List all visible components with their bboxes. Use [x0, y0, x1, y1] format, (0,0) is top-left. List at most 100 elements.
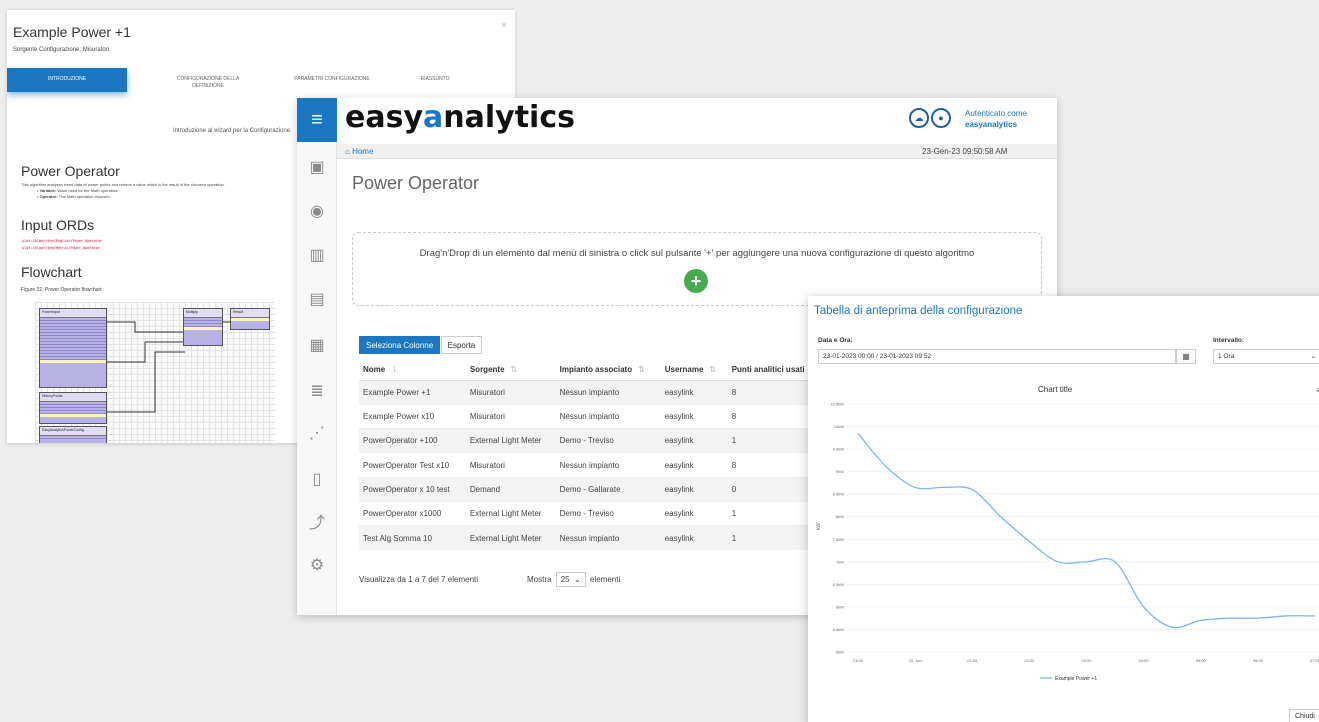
cell-punti: 8: [727, 452, 819, 478]
building-icon[interactable]: ▥: [305, 244, 329, 268]
x-tick-label: 05:00: [1196, 658, 1207, 663]
chevron-down-icon: ⌄: [574, 575, 581, 584]
block-history-points: HistoryPoints: [39, 392, 107, 424]
bullet-key: Variable:: [39, 188, 57, 193]
breadcrumb-home[interactable]: ⌂ Home: [345, 144, 373, 159]
current-datetime: 23-Gen-23 09:50:58 AM: [922, 147, 1008, 156]
bullet-text: The Math operation choosen.: [57, 194, 111, 199]
ord-2: slot:/Algorithm/Metric/Power_Operator: [21, 246, 101, 250]
table-header-row: Nome ⇂ Sorgente ⇅ Impianto associato ⇅ User…: [359, 360, 819, 381]
cell-sorgente: Demand: [465, 476, 556, 502]
cell-impianto: Nessun impianto: [555, 525, 661, 551]
y-tick-label: 6kW: [836, 604, 844, 609]
breadcrumb-home-label: Home: [352, 147, 374, 156]
step-introduzione[interactable]: INTRODUZIONE: [7, 68, 127, 92]
wizard-subtitle: Sorgente Configurazione: Misuratori: [13, 47, 110, 53]
col-username[interactable]: Username ⇅: [660, 360, 728, 381]
col-label: Username: [664, 365, 704, 375]
col-sorgente[interactable]: Sorgente ⇅: [465, 360, 556, 381]
database-icon[interactable]: ≣: [305, 380, 329, 404]
cell-nome: PowerOperator x1000: [359, 500, 466, 526]
cloud-icon[interactable]: ☁: [909, 108, 929, 128]
cell-username: easylink: [660, 476, 728, 502]
date-range-input[interactable]: 23-01-2023 00:00 / 23-01-2023 09:52: [818, 349, 1176, 364]
table-row[interactable]: Example Power +1 Misuratori Nessun impiant…: [359, 379, 819, 405]
table-info: Visualizza da 1 a 7 del 7 elementi: [359, 575, 479, 584]
auth-username[interactable]: easyanalytics: [965, 119, 1027, 130]
report-icon[interactable]: ▤: [305, 288, 329, 312]
cell-impianto: Demo - Treviso: [555, 428, 661, 453]
gauge-icon[interactable]: ◉: [305, 200, 329, 224]
document-icon[interactable]: ▯: [305, 468, 329, 492]
col-nome[interactable]: Nome ⇂: [359, 360, 466, 381]
col-label: Punti analitici usati: [731, 365, 805, 375]
export-button[interactable]: Esporta: [440, 336, 483, 354]
x-tick-label: 23. Jan: [909, 658, 922, 663]
step-parametri[interactable]: PARAMETRI CONFIGURAZIONE: [267, 68, 397, 92]
y-tick-label: 6.5kW: [833, 582, 845, 587]
block-title: PowerInput: [40, 309, 106, 318]
table-row[interactable]: PowerOperator Test x10 Misuratori Nessun i…: [359, 452, 819, 478]
legend-label[interactable]: Example Power +1: [1055, 676, 1097, 682]
dropzone-text: Drag'n'Drop di un elemento dal menù di s…: [419, 248, 975, 259]
select-columns-button[interactable]: Seleziona Colonne: [359, 336, 441, 354]
figure-caption: Figure 32. Power Operator flowchart: [21, 287, 102, 293]
table-row[interactable]: Example Power x10 Misuratori Nessun impian…: [359, 403, 819, 429]
sort-asc-icon: ⇂: [391, 365, 398, 375]
area-chart-icon[interactable]: ⋰: [305, 422, 329, 446]
auth-label: Autenticato come: [965, 109, 1027, 118]
elements-label: elementi: [589, 575, 621, 584]
cell-punti: 8: [727, 403, 819, 429]
chiudi-button[interactable]: Chiudi: [1289, 709, 1319, 722]
dashboard-icon[interactable]: ▣: [305, 156, 329, 180]
table-row[interactable]: PowerOperator x1000 External Light Meter D…: [359, 500, 819, 526]
page-title: Power Operator: [352, 173, 480, 193]
cell-sorgente: Misuratori: [465, 452, 556, 478]
step-label: PARAMETRI CONFIGURAZIONE: [294, 76, 370, 82]
y-tick-label: 10kW: [834, 424, 844, 429]
close-icon[interactable]: ×: [501, 20, 507, 31]
table-row[interactable]: Test Alg Somma 10 External Light Meter Nes…: [359, 525, 819, 551]
line-chart-icon[interactable]: ⤴: [305, 512, 329, 536]
cell-impianto: Demo - Gallarate: [555, 476, 661, 502]
dropzone[interactable]: Drag'n'Drop di un elemento dal menù di s…: [352, 232, 1042, 306]
x-tick-label: 06:00: [1253, 658, 1264, 663]
calendar-clock-icon[interactable]: ▦: [305, 334, 329, 358]
col-label: Nome: [363, 365, 386, 375]
step-label-line2: DEFINIZIONE: [192, 83, 224, 89]
table-row[interactable]: PowerOperator x 10 test Demand Demo - Gall…: [359, 476, 819, 502]
bullet-key: Operator:: [39, 194, 58, 199]
add-configuration-button[interactable]: +: [684, 269, 708, 293]
y-tick-label: 10.5kW: [830, 402, 844, 407]
step-riassunto[interactable]: RIASSUNTO: [395, 68, 475, 92]
step-label: CONFIGURAZIONE DELLA: [176, 76, 240, 82]
cell-username: easylink: [660, 428, 728, 453]
step-configurazione-definizione[interactable]: CONFIGURAZIONE DELLA DEFINIZIONE: [143, 68, 273, 92]
flowchart-canvas: PowerInput HistoryPoints EasyAnalyticsPo…: [35, 302, 275, 443]
y-tick-label: 8kW: [836, 514, 844, 519]
calendar-icon[interactable]: ▦: [1176, 349, 1196, 364]
block-config: EasyAnalyticsPowerConfig: [39, 426, 107, 443]
interval-select[interactable]: 1 Ora ⌄: [1213, 349, 1319, 364]
cell-sorgente: External Light Meter: [465, 428, 556, 453]
ord-1: slot:/Algorithm/English/Power_Operator: [21, 239, 104, 243]
app-logo: easyanalytics: [345, 100, 575, 135]
inputs-heading: Input ORDs: [21, 217, 95, 233]
cell-sorgente: External Light Meter: [465, 500, 556, 526]
col-label: Sorgente: [469, 365, 505, 375]
preview-dialog: Tabella di anteprima della configurazion…: [808, 296, 1319, 722]
chart-gridlines: [846, 403, 1319, 653]
col-punti[interactable]: Punti analitici usati: [727, 360, 819, 381]
page-length-select[interactable]: 25 ⌄: [555, 572, 586, 587]
bell-icon[interactable]: ●: [931, 108, 951, 128]
chevron-down-icon: ⌄: [1310, 353, 1316, 360]
gears-icon[interactable]: ⚙: [305, 554, 329, 578]
block-title: HistoryPoints: [40, 393, 106, 402]
hamburger-menu-icon[interactable]: ≡: [297, 98, 337, 142]
y-tick-label: 9kW: [836, 469, 844, 474]
series-line: [857, 432, 1316, 629]
table-row[interactable]: PowerOperator +100 External Light Meter De…: [359, 428, 819, 453]
col-impianto[interactable]: Impianto associato ⇅: [555, 360, 661, 381]
bullet-text: Value used for the Math operation.: [56, 188, 119, 193]
y-tick-label: 5.5kW: [833, 627, 845, 632]
